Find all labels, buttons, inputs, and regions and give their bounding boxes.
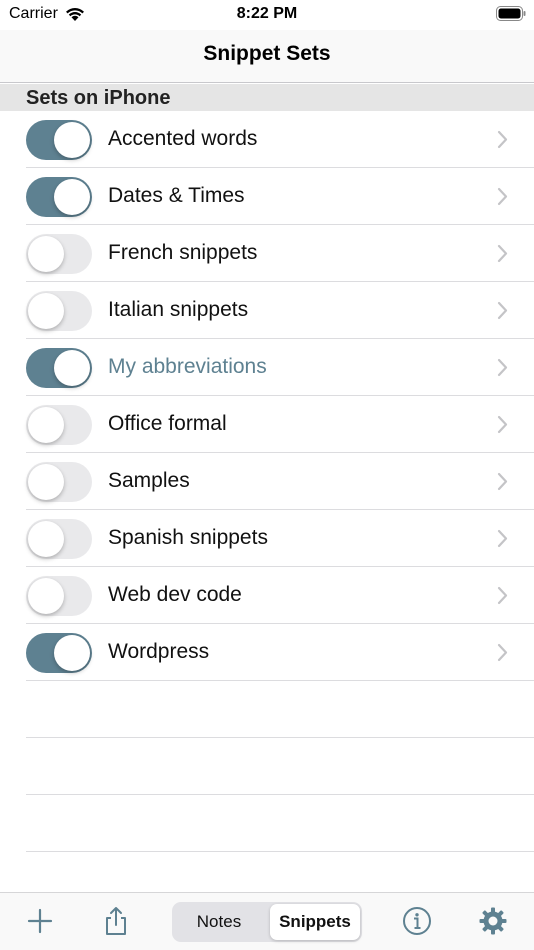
bottom-toolbar: Notes Snippets bbox=[0, 892, 534, 950]
snippet-set-label: Web dev code bbox=[108, 583, 242, 606]
snippet-set-label: Samples bbox=[108, 469, 190, 492]
enable-toggle[interactable] bbox=[26, 462, 92, 502]
toggle-knob bbox=[28, 464, 64, 500]
toggle-knob bbox=[54, 122, 90, 158]
toggle-knob bbox=[28, 293, 64, 329]
chevron-right-icon bbox=[497, 415, 508, 434]
chevron-right-icon bbox=[497, 301, 508, 320]
empty-row bbox=[0, 795, 534, 852]
snippet-set-list: Accented words Dates & Times French snippe… bbox=[0, 111, 534, 852]
toggle-knob bbox=[28, 236, 64, 272]
snippet-set-row[interactable]: Office formal bbox=[0, 396, 534, 453]
snippet-set-label: My abbreviations bbox=[108, 355, 267, 378]
snippet-set-label: Wordpress bbox=[108, 640, 210, 663]
gear-icon[interactable] bbox=[478, 906, 508, 936]
enable-toggle[interactable] bbox=[26, 291, 92, 331]
snippet-set-label: Office formal bbox=[108, 412, 227, 435]
enable-toggle[interactable] bbox=[26, 234, 92, 274]
toggle-knob bbox=[54, 179, 90, 215]
section-header: Sets on iPhone bbox=[0, 84, 534, 111]
snippet-set-row[interactable]: Italian snippets bbox=[0, 282, 534, 339]
enable-toggle[interactable] bbox=[26, 576, 92, 616]
toggle-knob bbox=[28, 521, 64, 557]
enable-toggle[interactable] bbox=[26, 177, 92, 217]
battery-icon bbox=[496, 6, 526, 21]
info-icon[interactable] bbox=[402, 906, 432, 936]
toggle-knob bbox=[28, 578, 64, 614]
snippet-set-row[interactable]: My abbreviations bbox=[0, 339, 534, 396]
chevron-right-icon bbox=[497, 244, 508, 263]
chevron-right-icon bbox=[497, 586, 508, 605]
segment-snippets[interactable]: Snippets bbox=[270, 904, 360, 940]
toggle-knob bbox=[54, 635, 90, 671]
empty-row bbox=[0, 681, 534, 738]
snippet-set-label: Italian snippets bbox=[108, 298, 249, 321]
section-title: Sets on iPhone bbox=[26, 87, 171, 109]
chevron-right-icon bbox=[497, 130, 508, 149]
enable-toggle[interactable] bbox=[26, 405, 92, 445]
toggle-knob bbox=[54, 350, 90, 386]
snippet-set-label: Dates & Times bbox=[108, 184, 245, 207]
enable-toggle[interactable] bbox=[26, 633, 92, 673]
chevron-right-icon bbox=[497, 187, 508, 206]
chevron-right-icon bbox=[497, 643, 508, 662]
snippet-set-row[interactable]: Spanish snippets bbox=[0, 510, 534, 567]
snippet-set-row[interactable]: Accented words bbox=[0, 111, 534, 168]
toggle-knob bbox=[28, 407, 64, 443]
snippet-set-label: Spanish snippets bbox=[108, 526, 268, 549]
snippet-set-label: French snippets bbox=[108, 241, 258, 264]
page-title: Snippet Sets bbox=[203, 42, 331, 65]
snippet-set-row[interactable]: Samples bbox=[0, 453, 534, 510]
snippet-set-label: Accented words bbox=[108, 127, 258, 150]
snippet-set-row[interactable]: French snippets bbox=[0, 225, 534, 282]
chevron-right-icon bbox=[497, 529, 508, 548]
snippet-set-row[interactable]: Wordpress bbox=[0, 624, 534, 681]
status-time: 8:22 PM bbox=[236, 5, 298, 22]
enable-toggle[interactable] bbox=[26, 348, 92, 388]
notes-snippets-segmented-control: Notes Snippets bbox=[172, 902, 362, 942]
chevron-right-icon bbox=[497, 358, 508, 377]
chevron-right-icon bbox=[497, 472, 508, 491]
share-icon[interactable] bbox=[101, 906, 131, 936]
snippet-set-row[interactable]: Web dev code bbox=[0, 567, 534, 624]
segment-notes[interactable]: Notes bbox=[174, 904, 264, 940]
empty-row bbox=[0, 738, 534, 795]
plus-icon[interactable] bbox=[25, 906, 55, 936]
enable-toggle[interactable] bbox=[26, 120, 92, 160]
status-bar: Carrier 8:22 PM bbox=[0, 0, 534, 30]
snippet-set-row[interactable]: Dates & Times bbox=[0, 168, 534, 225]
navigation-bar: Snippet Sets bbox=[0, 30, 534, 83]
enable-toggle[interactable] bbox=[26, 519, 92, 559]
